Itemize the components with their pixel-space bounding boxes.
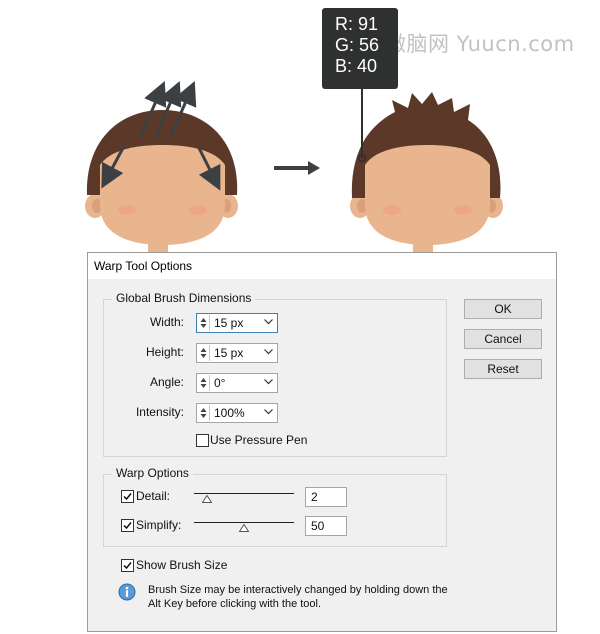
simplify-checkbox[interactable] <box>121 519 134 532</box>
warp-options-group: Warp Options Detail: 2 Simplify: 50 <box>103 466 447 547</box>
simplify-slider-track[interactable] <box>194 522 294 523</box>
dialog-title: Warp Tool Options <box>94 259 193 273</box>
character-illustration: 微脑网 Yuucn.com R: 91 G: 56 B: 40 <box>0 0 600 262</box>
width-combobox[interactable]: 15 px <box>196 313 278 333</box>
height-spinner-icon[interactable] <box>198 345 210 361</box>
checkmark-icon <box>123 522 132 530</box>
character-before <box>85 80 238 262</box>
transform-arrow-icon <box>274 161 320 175</box>
info-icon <box>118 583 136 601</box>
height-value[interactable]: 15 px <box>214 346 243 360</box>
intensity-label: Intensity: <box>135 405 184 419</box>
detail-slider-thumb[interactable] <box>202 495 212 503</box>
detail-label[interactable]: Detail: <box>136 489 170 503</box>
width-label: Width: <box>149 315 184 329</box>
chevron-down-icon[interactable] <box>264 409 273 415</box>
use-pressure-pen-label[interactable]: Use Pressure Pen <box>210 433 307 447</box>
detail-slider-track[interactable] <box>194 493 294 494</box>
warp-options-title: Warp Options <box>112 466 193 480</box>
chevron-down-icon[interactable] <box>264 349 273 355</box>
intensity-spinner-icon[interactable] <box>198 405 210 421</box>
intensity-combobox[interactable]: 100% <box>196 403 278 423</box>
dialog-titlebar[interactable]: Warp Tool Options <box>88 253 556 279</box>
global-brush-dimensions-title: Global Brush Dimensions <box>112 291 256 305</box>
global-brush-dimensions-group: Global Brush Dimensions Width: 15 px Hei… <box>103 291 447 457</box>
angle-spinner-icon[interactable] <box>198 375 210 391</box>
cancel-button[interactable]: Cancel <box>464 329 542 349</box>
character-after <box>350 89 503 262</box>
width-value[interactable]: 15 px <box>214 316 243 330</box>
use-pressure-pen-checkbox[interactable] <box>196 434 209 447</box>
width-spinner-icon[interactable] <box>198 315 210 331</box>
simplify-label[interactable]: Simplify: <box>136 518 181 532</box>
blue-value: B: 40 <box>335 56 378 76</box>
warp-tool-options-dialog: Warp Tool Options Global Brush Dimension… <box>87 252 557 632</box>
red-value: R: 91 <box>335 14 379 34</box>
angle-label: Angle: <box>149 375 184 389</box>
watermark-text: 微脑网 Yuucn.com <box>385 32 575 56</box>
detail-checkbox[interactable] <box>121 490 134 503</box>
intensity-value[interactable]: 100% <box>214 406 245 420</box>
reset-button[interactable]: Reset <box>464 359 542 379</box>
chevron-down-icon[interactable] <box>264 319 273 325</box>
show-brush-size-checkbox[interactable] <box>121 559 134 572</box>
ok-button[interactable]: OK <box>464 299 542 319</box>
simplify-input[interactable]: 50 <box>305 516 347 536</box>
checkmark-icon <box>123 493 132 501</box>
angle-value[interactable]: 0° <box>214 376 225 390</box>
checkmark-icon <box>123 562 132 570</box>
height-combobox[interactable]: 15 px <box>196 343 278 363</box>
angle-combobox[interactable]: 0° <box>196 373 278 393</box>
info-message: Brush Size may be interactively changed … <box>148 584 448 610</box>
show-brush-size-label[interactable]: Show Brush Size <box>136 558 227 572</box>
height-label: Height: <box>145 345 184 359</box>
green-value: G: 56 <box>335 35 380 55</box>
chevron-down-icon[interactable] <box>264 379 273 385</box>
detail-input[interactable]: 2 <box>305 487 347 507</box>
color-readout-tooltip: R: 91 G: 56 B: 40 <box>322 8 398 89</box>
simplify-slider-thumb[interactable] <box>239 524 249 532</box>
